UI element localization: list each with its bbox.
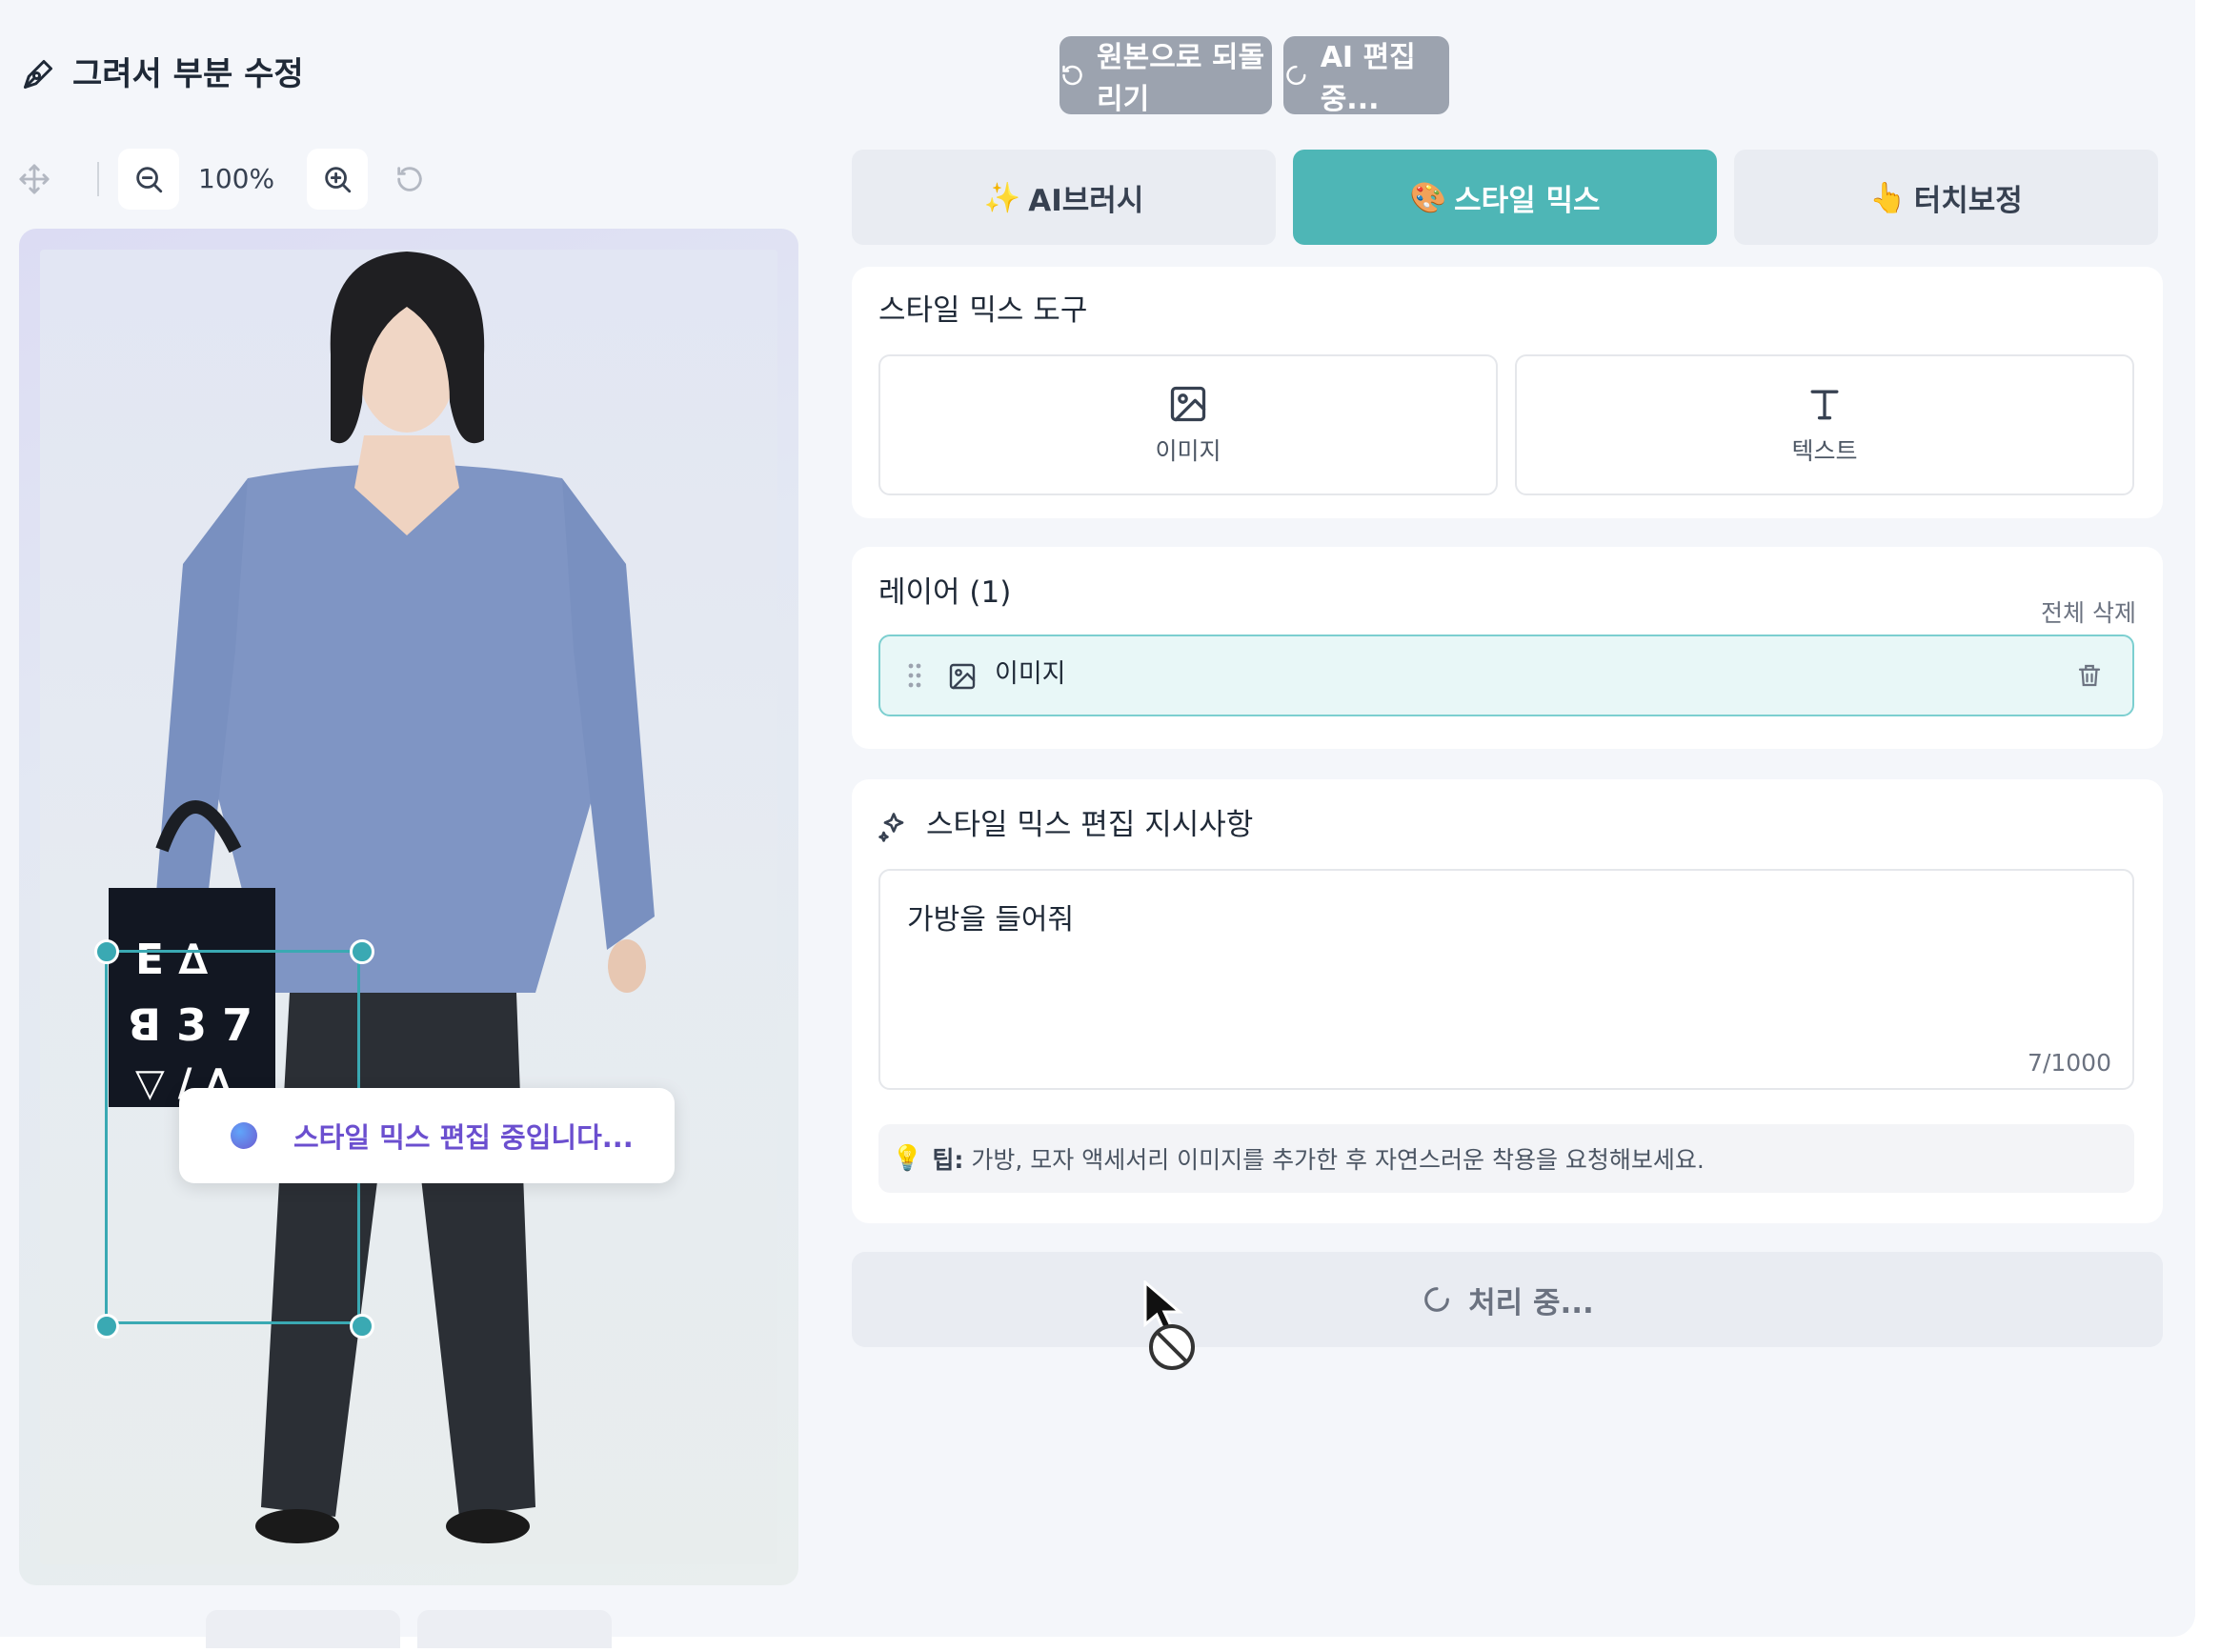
prompt-value: 가방을 들어줘 (907, 903, 1075, 937)
revert-button-label: 원본으로 되돌리기 (1097, 41, 1265, 116)
toolbar-divider (97, 162, 99, 196)
style-mix-tools-card: 스타일 믹스 도구 이미지 텍스트 (852, 267, 2163, 518)
image-canvas[interactable]: E ∆ ꓭ 3 7 ▽ / ∆ 스타일 믹스 편집 중입니다... (19, 229, 798, 1585)
ai-edit-button[interactable]: AI 편집 중... (1283, 36, 1449, 116)
text-type-icon (1810, 390, 1839, 420)
tools-card-title: 스타일 믹스 도구 (878, 293, 1088, 328)
reset-zoom-button[interactable] (379, 149, 440, 210)
tab-touch-retouch-label: 터치보정 (1913, 183, 2023, 218)
processing-button-label: 처리 중... (1468, 1285, 1594, 1320)
zoom-in-icon (325, 167, 352, 193)
ai-edit-button-label: AI 편집 중... (1320, 41, 1416, 116)
editor-panel: 그려서 부분 수정 원본으로 되돌리기 AI 편집 중... 100% E ∆ … (0, 0, 2195, 1648)
model-photo: E ∆ ꓭ 3 7 ▽ / ∆ (109, 252, 655, 1543)
prompt-title: 스타일 믹스 편집 지시사항 (926, 808, 1254, 842)
canvas-footer-button-1 (206, 1610, 400, 1648)
delete-all-button[interactable]: 전체 삭제 (2041, 594, 2136, 629)
resize-handle-top-left[interactable] (94, 939, 119, 964)
palette-icon: 🎨 (1409, 180, 1447, 215)
tab-style-mix-label: 스타일 믹스 (1454, 183, 1601, 218)
prompt-card: 스타일 믹스 편집 지시사항 가방을 들어줘 7/1000 💡 팁: 가방, 모… (852, 779, 2163, 1223)
tab-ai-brush-label: AI브러시 (1028, 183, 1144, 218)
processing-button[interactable]: 처리 중... (852, 1252, 2163, 1347)
resize-handle-bottom-right[interactable] (350, 1314, 374, 1339)
add-text-button[interactable]: 텍스트 (1515, 354, 2134, 495)
move-icon (19, 164, 50, 194)
spinner-icon (1286, 65, 1306, 86)
photo-area: E ∆ ꓭ 3 7 ▽ / ∆ (40, 250, 777, 1564)
tip-box: 💡 팁: 가방, 모자 액세서리 이미지를 추가한 후 자연스러운 착용을 요청… (878, 1124, 2134, 1193)
sparkles-icon: ✨ (983, 180, 1021, 215)
rotate-ccw-icon (397, 167, 422, 191)
add-image-label: 이미지 (1155, 437, 1221, 465)
image-icon (1170, 386, 1206, 422)
magic-sparkles-icon (878, 813, 904, 842)
loading-dot-icon (231, 1122, 257, 1149)
pen-tool-icon (24, 60, 52, 89)
trash-icon[interactable] (2075, 661, 2104, 690)
layer-label: 이미지 (995, 659, 1066, 689)
drag-handle-icon[interactable] (907, 661, 922, 690)
tab-style-mix[interactable]: 🎨 스타일 믹스 (1293, 150, 1717, 245)
spinner-icon (1424, 1287, 1450, 1312)
pan-tool-button[interactable] (4, 149, 65, 210)
add-text-label: 텍스트 (1791, 437, 1858, 465)
layer-image-icon (949, 663, 976, 690)
tip-text: 가방, 모자 액세서리 이미지를 추가한 후 자연스러운 착용을 요청해보세요. (971, 1146, 1705, 1174)
undo-icon (1062, 65, 1082, 86)
layer-item[interactable]: 이미지 (878, 635, 2134, 716)
prompt-textarea[interactable]: 가방을 들어줘 7/1000 (878, 869, 2134, 1090)
pointing-hand-icon: 👆 (1869, 180, 1907, 215)
toast-text: 스타일 믹스 편집 중입니다... (293, 1121, 634, 1154)
revert-button[interactable]: 원본으로 되돌리기 (1060, 36, 1272, 116)
tab-ai-brush[interactable]: ✨ AI브러시 (852, 150, 1276, 245)
zoom-out-button[interactable] (118, 149, 179, 210)
zoom-in-button[interactable] (307, 149, 368, 210)
zoom-out-icon (136, 167, 163, 193)
tip-label: 팁: (932, 1146, 964, 1174)
tab-touch-retouch[interactable]: 👆 터치보정 (1734, 150, 2158, 245)
layers-title: 레이어 (1) (878, 575, 1012, 610)
not-allowed-cursor-icon (1143, 1280, 1195, 1370)
resize-handle-top-right[interactable] (350, 939, 374, 964)
layers-card: 레이어 (1) 전체 삭제 이미지 (852, 547, 2163, 749)
char-counter: 7/1000 (2028, 1049, 2111, 1077)
lightbulb-icon: 💡 (892, 1144, 923, 1173)
add-image-button[interactable]: 이미지 (878, 354, 1498, 495)
page-title: 그려서 부분 수정 (72, 55, 304, 93)
zoom-level: 100% (198, 163, 275, 194)
processing-toast: 스타일 믹스 편집 중입니다... (179, 1088, 675, 1183)
resize-handle-bottom-left[interactable] (94, 1314, 119, 1339)
canvas-footer-button-2 (417, 1610, 612, 1648)
